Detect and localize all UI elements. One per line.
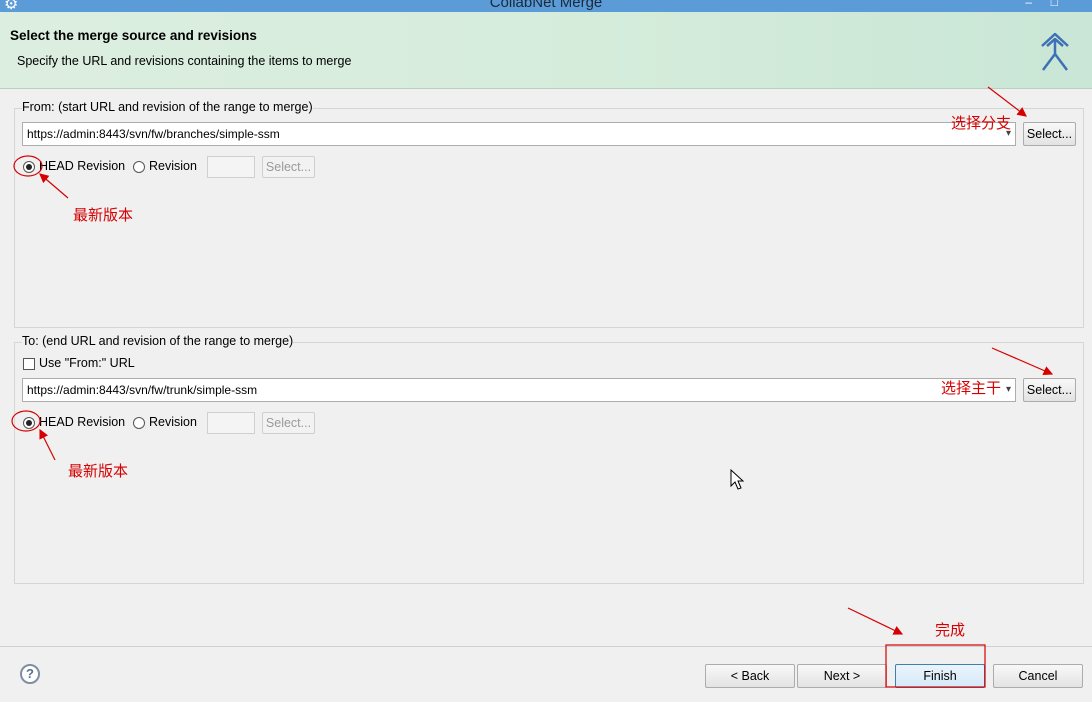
to-revision-radio[interactable]: [133, 417, 145, 429]
use-from-url-label[interactable]: Use "From:" URL: [39, 356, 135, 370]
footer-divider: [0, 646, 1092, 647]
to-url-combo[interactable]: https://admin:8443/svn/fw/trunk/simple-s…: [22, 378, 1016, 402]
title-bar: ⚙ CollabNet Merge – □: [0, 0, 1092, 12]
minimize-icon[interactable]: –: [1025, 0, 1032, 9]
use-from-url-checkbox[interactable]: [23, 358, 35, 370]
from-revision-input[interactable]: [207, 156, 255, 178]
from-head-revision-radio[interactable]: [23, 161, 35, 173]
chevron-down-icon[interactable]: ▾: [1006, 379, 1011, 401]
wizard-header: Select the merge source and revisions Sp…: [0, 12, 1092, 89]
to-revision-label[interactable]: Revision: [149, 415, 197, 429]
to-head-revision-radio[interactable]: [23, 417, 35, 429]
maximize-icon[interactable]: □: [1051, 0, 1058, 9]
to-url-value: https://admin:8443/svn/fw/trunk/simple-s…: [27, 383, 258, 397]
annotation-latest-version-to: 最新版本: [68, 463, 129, 480]
help-icon[interactable]: ?: [20, 664, 40, 684]
from-revision-label[interactable]: Revision: [149, 159, 197, 173]
to-group-label: To: (end URL and revision of the range t…: [22, 334, 294, 348]
annotation-latest-version-from: 最新版本: [73, 207, 134, 224]
merge-arrows-icon: [1041, 32, 1069, 71]
annotation-select-trunk: 选择主干: [941, 380, 1002, 397]
to-select-button[interactable]: Select...: [1023, 378, 1076, 402]
from-head-revision-label[interactable]: HEAD Revision: [39, 159, 125, 173]
from-revision-radio[interactable]: [133, 161, 145, 173]
annotation-select-branch: 选择分支: [951, 115, 1012, 132]
from-url-value: https://admin:8443/svn/fw/branches/simpl…: [27, 127, 280, 141]
finish-button[interactable]: Finish: [895, 664, 985, 688]
arrow-to-finish: [847, 607, 904, 635]
to-revision-select-button[interactable]: Select...: [262, 412, 315, 434]
from-group-label: From: (start URL and revision of the ran…: [22, 100, 313, 114]
from-select-button[interactable]: Select...: [1023, 122, 1076, 146]
to-revision-input[interactable]: [207, 412, 255, 434]
back-button[interactable]: < Back: [705, 664, 795, 688]
window-title: CollabNet Merge: [489, 0, 603, 11]
next-button[interactable]: Next >: [797, 664, 887, 688]
from-url-combo[interactable]: https://admin:8443/svn/fw/branches/simpl…: [22, 122, 1016, 146]
cancel-button[interactable]: Cancel: [993, 664, 1083, 688]
page-subtitle: Specify the URL and revisions containing…: [17, 54, 352, 68]
from-revision-select-button[interactable]: Select...: [262, 156, 315, 178]
to-head-revision-label[interactable]: HEAD Revision: [39, 415, 125, 429]
annotation-finish: 完成: [935, 622, 966, 639]
page-title: Select the merge source and revisions: [10, 28, 257, 43]
